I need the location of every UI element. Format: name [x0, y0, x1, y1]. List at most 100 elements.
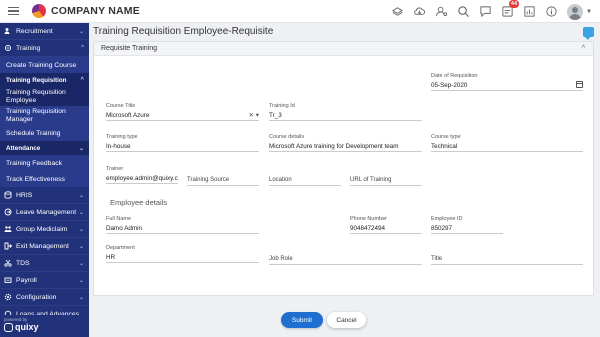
sidebar-item-label: Training Requisition — [6, 76, 67, 84]
user-avatar[interactable] — [567, 3, 584, 20]
chevron-up-icon[interactable]: ^ — [582, 45, 585, 52]
chevron-down-icon: ⌄ — [78, 260, 84, 267]
search-icon[interactable] — [457, 5, 470, 18]
calendar-icon[interactable] — [576, 81, 583, 88]
sidebar-item-tr-manager[interactable]: Training Requisition Manager — [0, 106, 89, 125]
course-title-select[interactable]: Microsoft Azure ✕ ▾ — [106, 111, 259, 121]
department-field[interactable]: Department HR — [106, 245, 259, 263]
chevron-down-icon: ⌄ — [78, 28, 84, 35]
full-name-input[interactable]: Damo Admin — [106, 224, 259, 234]
sidebar-group-training-requisition[interactable]: Training Requisition ^ — [0, 73, 89, 87]
sidebar-item-label: TDS — [16, 259, 30, 267]
sidebar-item-label: Group Mediclaim — [16, 225, 68, 233]
employee-id-field[interactable]: Employee ID 850297 — [431, 216, 503, 234]
course-type-input[interactable]: Technical — [431, 142, 583, 152]
chat-icon[interactable] — [479, 5, 492, 18]
info-icon[interactable] — [545, 5, 558, 18]
training-type-field[interactable]: Training type In-house — [106, 134, 259, 152]
training-id-input[interactable]: Tr_3 — [269, 111, 422, 121]
url-of-training-field[interactable]: URL of Training — [350, 176, 422, 186]
menu-icon[interactable] — [8, 6, 26, 16]
sidebar-item-label: Training — [16, 44, 41, 52]
course-type-field[interactable]: Course type Technical — [431, 134, 583, 152]
sidebar-group-attendance[interactable]: Attendance ⌄ — [0, 141, 89, 155]
submit-button[interactable]: Submit — [281, 312, 323, 328]
sidebar-item-tds[interactable]: TDS ⌄ — [0, 255, 89, 272]
sidebar-item-exit-management[interactable]: Exit Management ⌄ — [0, 238, 89, 255]
stack-icon[interactable] — [391, 5, 404, 18]
chevron-down-icon[interactable]: ▼ — [586, 9, 592, 15]
chart-icon[interactable] — [523, 5, 536, 18]
url-of-training-input[interactable]: URL of Training — [350, 176, 422, 186]
employee-id-input[interactable]: 850297 — [431, 224, 503, 234]
course-title-value: Microsoft Azure — [106, 112, 150, 119]
main-content: Training Requisition Employee-Requisite … — [89, 23, 600, 337]
title-field[interactable]: Title — [431, 255, 583, 265]
phone-number-field[interactable]: Phone Number 9048472494 — [350, 216, 422, 234]
sidebar-item-payroll[interactable]: Payroll ⌄ — [0, 272, 89, 289]
cancel-button[interactable]: Cancel — [327, 312, 366, 328]
top-bar: COMPANY NAME 44 ▼ — [0, 0, 600, 23]
clear-and-dropdown-icon[interactable]: ✕ ▾ — [248, 111, 259, 120]
chevron-down-icon: ⌄ — [78, 192, 84, 199]
chat-bubble-icon[interactable] — [583, 27, 594, 40]
full-name-field[interactable]: Full Name Damo Admin — [106, 216, 259, 234]
course-title-field[interactable]: Course Title Microsoft Azure ✕ ▾ — [106, 103, 259, 121]
trainer-field[interactable]: Trainer employee.admin@quixy.c... — [106, 166, 178, 184]
sidebar-item-group-mediclaim[interactable]: Group Mediclaim ⌄ — [0, 221, 89, 238]
trainer-input[interactable]: employee.admin@quixy.c... — [106, 174, 178, 184]
company-logo — [32, 4, 46, 18]
chevron-up-icon: ^ — [80, 77, 84, 83]
top-icons: 44 ▼ — [391, 0, 592, 23]
sidebar-item-create-training-course[interactable]: Create Training Course — [0, 57, 89, 73]
sidebar-item-training-feedback[interactable]: Training Feedback — [0, 155, 89, 171]
training-type-label: Training type — [106, 134, 138, 140]
chevron-down-icon: ⌄ — [78, 243, 84, 250]
phone-number-input[interactable]: 9048472494 — [350, 224, 422, 234]
sidebar-item-configuration[interactable]: Configuration ⌄ — [0, 289, 89, 306]
quixy-logo: quixy — [4, 322, 89, 332]
job-role-input[interactable]: Job Role — [269, 255, 422, 265]
users-icon — [4, 27, 12, 35]
sidebar-item-hris[interactable]: HRIS ⌄ — [0, 187, 89, 204]
location-input[interactable]: Location — [269, 176, 341, 186]
database-icon — [4, 191, 12, 199]
department-label: Department — [106, 245, 135, 251]
training-id-field[interactable]: Training Id Tr_3 — [269, 103, 422, 121]
training-type-input[interactable]: In-house — [106, 142, 259, 152]
sidebar-item-track-effectiveness[interactable]: Track Effectiveness — [0, 171, 89, 187]
course-details-input[interactable]: Microsoft Azure training for Development… — [269, 142, 422, 152]
course-details-label: Course details — [269, 134, 305, 140]
notifications-icon[interactable]: 44 — [501, 0, 520, 18]
training-source-input[interactable]: Training Source — [187, 176, 259, 186]
chevron-up-icon: ^ — [81, 45, 84, 51]
phone-number-label: Phone Number — [350, 216, 387, 222]
sidebar-item-training[interactable]: Training ^ — [0, 40, 89, 57]
card-header[interactable]: Requisite Training ^ — [94, 42, 593, 56]
cog-icon — [4, 293, 12, 301]
chevron-down-icon: ⌄ — [78, 209, 84, 216]
sidebar: Recruitment ⌄ Training ^ Create Training… — [0, 23, 89, 337]
location-field[interactable]: Location — [269, 176, 341, 186]
cloud-download-icon[interactable] — [413, 5, 426, 18]
brand-name: COMPANY NAME — [51, 5, 140, 17]
sidebar-item-tr-employee[interactable]: Training Requisition Employee — [0, 87, 89, 106]
sidebar-item-schedule-training[interactable]: Schedule Training — [0, 125, 89, 141]
sidebar-item-leave-management[interactable]: Leave Management ⌄ — [0, 204, 89, 221]
date-of-requisition-label: Date of Requisition — [431, 73, 478, 79]
department-input[interactable]: HR — [106, 253, 259, 263]
course-type-label: Course type — [431, 134, 461, 140]
date-of-requisition-field[interactable]: Date of Requisition 05-Sep-2020 — [431, 73, 583, 91]
employee-id-label: Employee ID — [431, 216, 463, 222]
sidebar-item-label: HRIS — [16, 191, 33, 199]
training-source-field[interactable]: Training Source — [187, 176, 259, 186]
sidebar-item-recruitment[interactable]: Recruitment ⌄ — [0, 23, 89, 40]
job-role-field[interactable]: Job Role — [269, 255, 422, 265]
chevron-down-icon: ⌄ — [78, 145, 84, 152]
course-details-field[interactable]: Course details Microsoft Azure training … — [269, 134, 422, 152]
date-of-requisition-input[interactable]: 05-Sep-2020 — [431, 81, 583, 91]
title-input[interactable]: Title — [431, 255, 583, 265]
training-id-label: Training Id — [269, 103, 295, 109]
user-settings-icon[interactable] — [435, 5, 448, 18]
trainer-label: Trainer — [106, 166, 124, 172]
